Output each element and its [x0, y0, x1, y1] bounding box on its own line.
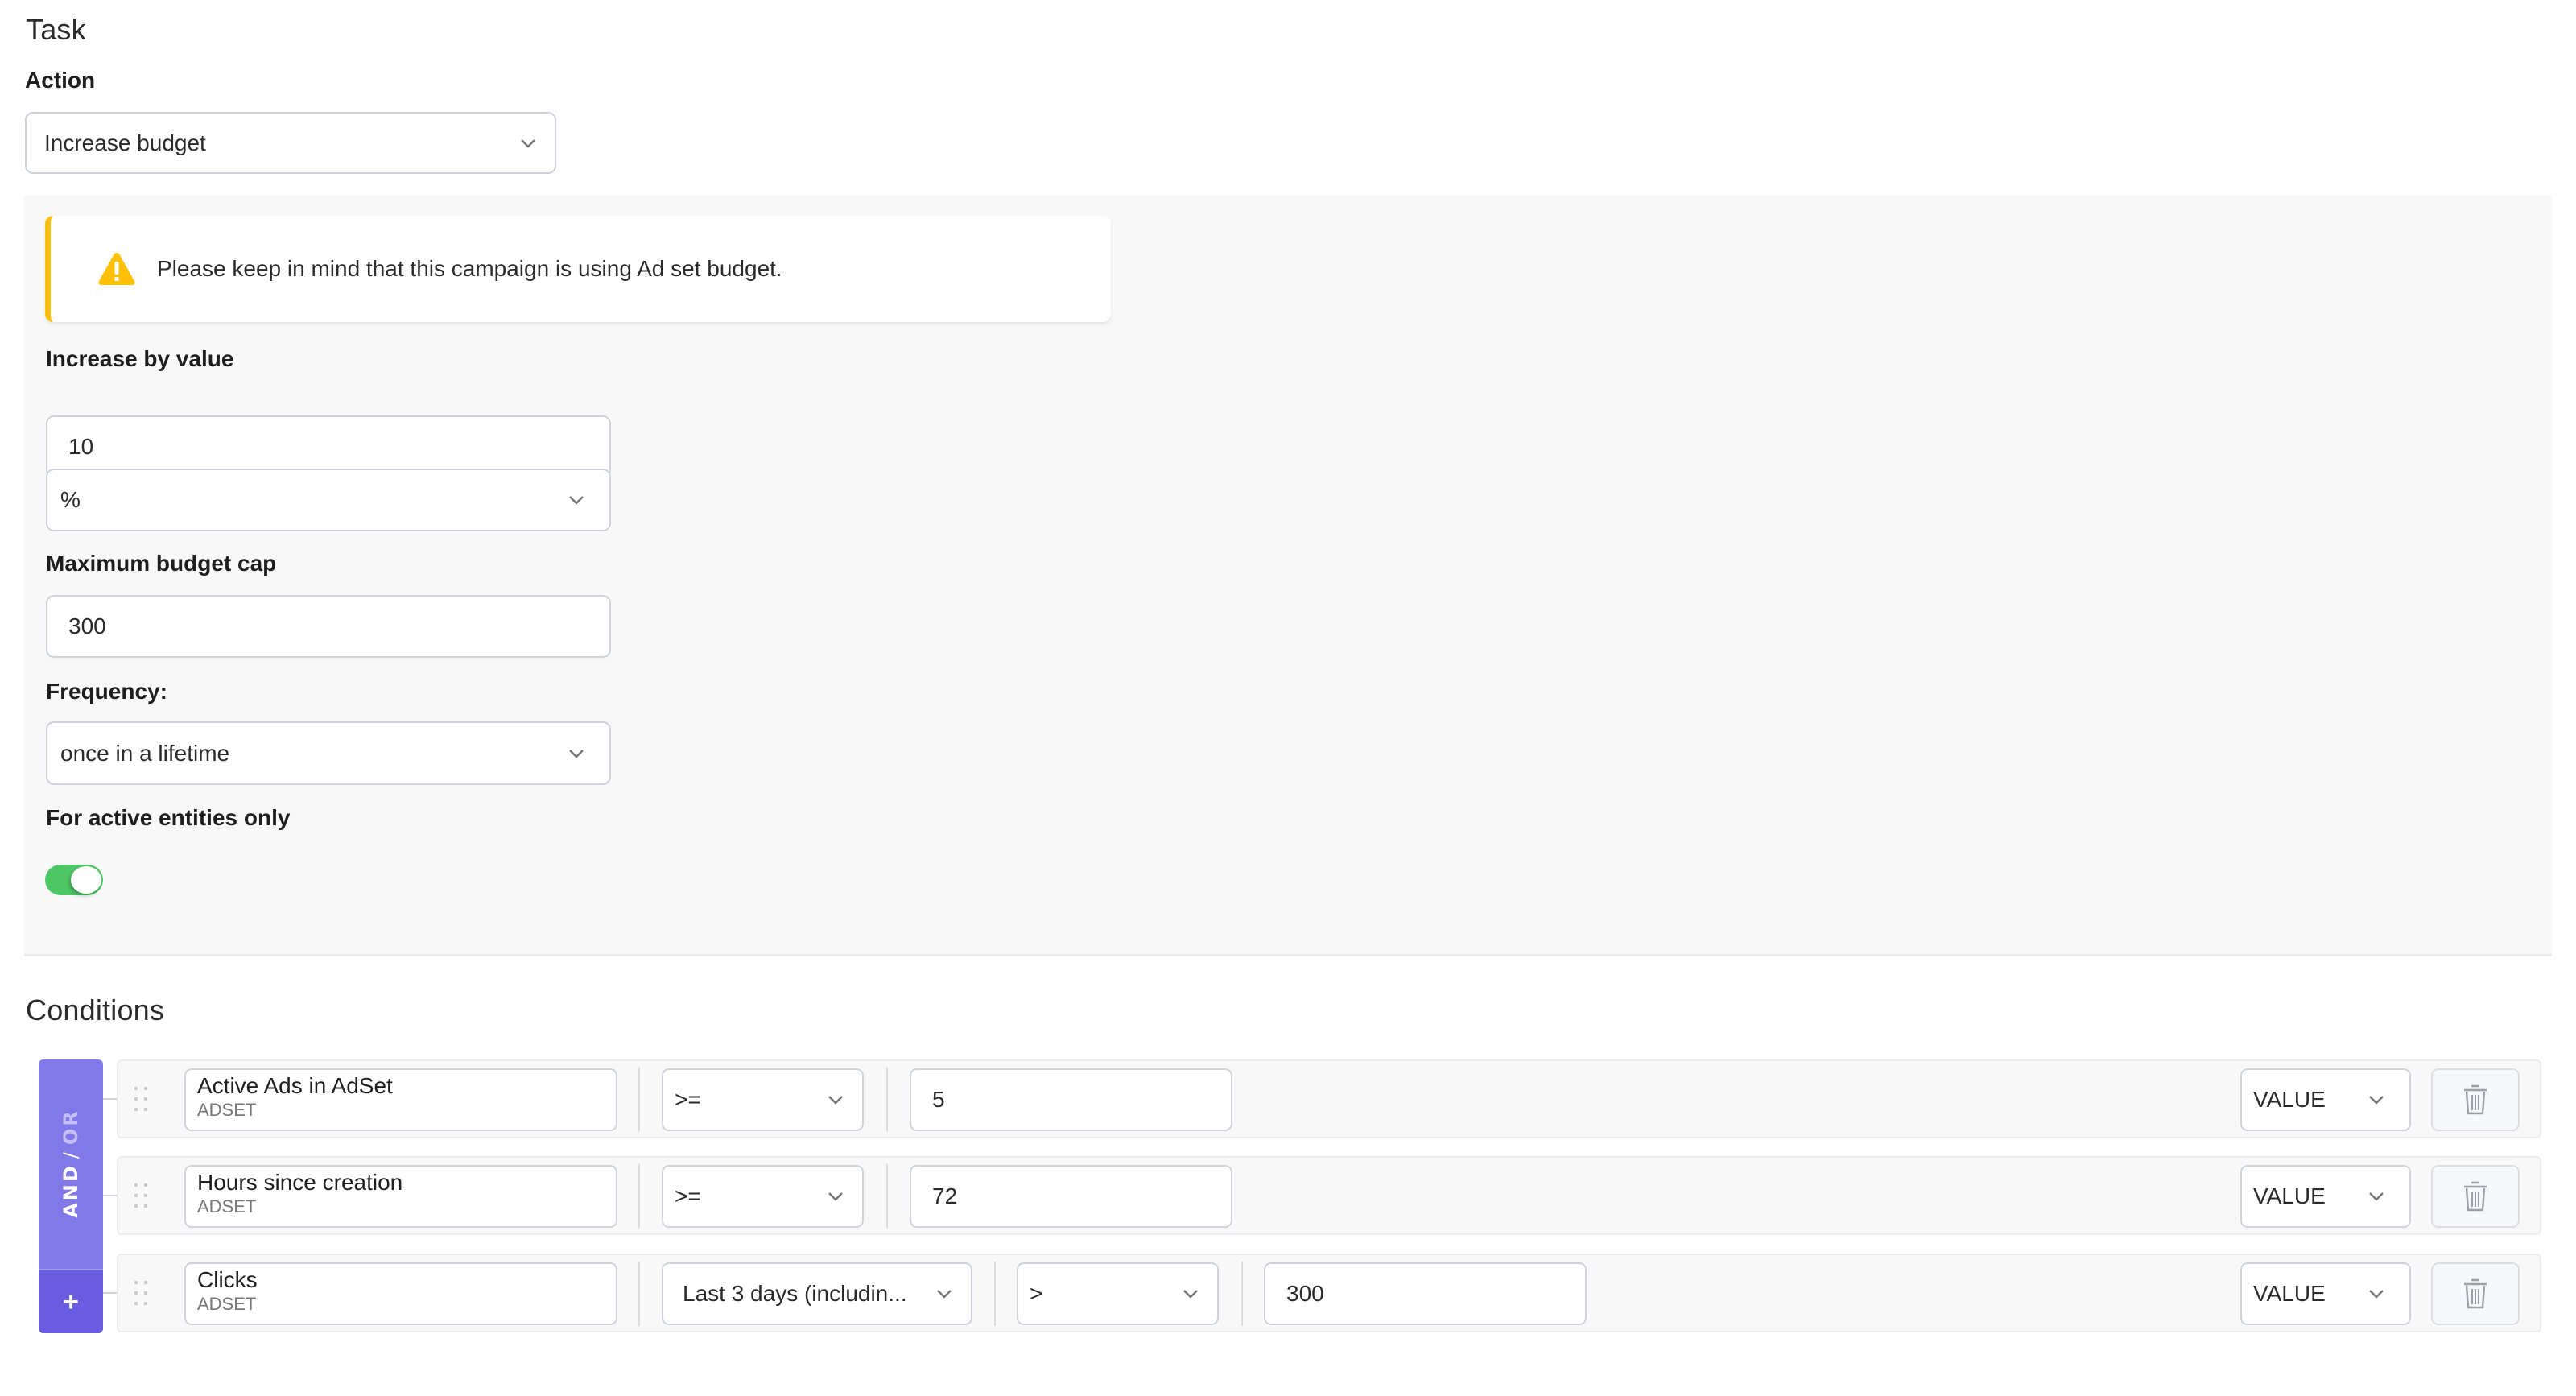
trash-icon [2464, 1084, 2487, 1115]
condition-value-input[interactable]: 5 [910, 1068, 1232, 1131]
logic-bar: AND / OR + [39, 1059, 103, 1333]
frequency-label: Frequency: [46, 679, 167, 704]
alert-message: Please keep in mind that this campaign i… [157, 256, 782, 281]
and-or-toggle[interactable]: AND / OR [39, 1059, 103, 1267]
increase-label: Increase by value [46, 346, 234, 371]
value-type: VALUE [2253, 1183, 2326, 1208]
chevron-down-icon [519, 134, 537, 152]
chevron-down-icon [935, 1285, 953, 1303]
chevron-down-icon [568, 745, 585, 762]
chevron-down-icon [2368, 1187, 2385, 1205]
operator-select[interactable]: > [1017, 1262, 1219, 1325]
and-label: AND [60, 1163, 83, 1218]
divider [638, 1262, 640, 1326]
chevron-down-icon [1182, 1285, 1199, 1303]
metric-select[interactable]: Hours since creation ADSET [184, 1165, 617, 1228]
action-select[interactable]: Increase budget [25, 112, 556, 174]
divider [994, 1262, 996, 1326]
condition-value-input[interactable]: 300 [1264, 1262, 1587, 1325]
operator-select[interactable]: >= [662, 1165, 864, 1228]
metric-select[interactable]: Active Ads in AdSet ADSET [184, 1068, 617, 1131]
budget-alert: Please keep in mind that this campaign i… [45, 216, 1111, 322]
action-label: Action [25, 68, 96, 93]
condition-value: 72 [932, 1183, 958, 1208]
operator-select[interactable]: >= [662, 1068, 864, 1131]
period-value: Last 3 days (includin... [683, 1281, 907, 1306]
condition-row: Active Ads in AdSet ADSET >= 5 VALUE [117, 1059, 2541, 1138]
metric-scope: ADSET [197, 1294, 257, 1314]
action-select-value: Increase budget [44, 130, 206, 155]
frequency-select-value: once in a lifetime [60, 740, 230, 766]
chevron-down-icon [827, 1187, 844, 1205]
metric-select[interactable]: Clicks ADSET [184, 1262, 617, 1325]
delete-condition-button[interactable] [2431, 1068, 2520, 1131]
condition-row: Clicks ADSET Last 3 days (includin... > … [117, 1254, 2541, 1332]
operator-value: > [1030, 1281, 1043, 1306]
frequency-select[interactable]: once in a lifetime [46, 721, 611, 785]
row-connector [103, 1098, 117, 1100]
unit-select-value: % [60, 487, 80, 512]
value-type: VALUE [2253, 1087, 2326, 1112]
delete-condition-button[interactable] [2431, 1165, 2520, 1228]
condition-value: 5 [932, 1087, 945, 1112]
chevron-down-icon [2368, 1285, 2385, 1303]
delete-condition-button[interactable] [2431, 1262, 2520, 1325]
divider [638, 1068, 640, 1132]
condition-value-input[interactable]: 72 [910, 1165, 1232, 1228]
metric-name: Hours since creation [197, 1170, 403, 1195]
warning-icon [98, 253, 135, 285]
period-select[interactable]: Last 3 days (includin... [662, 1262, 972, 1325]
or-label: OR [60, 1109, 83, 1146]
conditions-title: Conditions [26, 993, 165, 1026]
divider [886, 1068, 888, 1132]
divider [638, 1164, 640, 1229]
row-connector [103, 1195, 117, 1196]
value-type-select[interactable]: VALUE [2240, 1068, 2411, 1131]
add-condition-button[interactable]: + [39, 1269, 103, 1333]
row-connector [103, 1292, 117, 1294]
drag-handle-icon[interactable] [134, 1183, 147, 1208]
budget-cap-label: Maximum budget cap [46, 551, 277, 576]
chevron-down-icon [568, 491, 585, 509]
value-type-select[interactable]: VALUE [2240, 1262, 2411, 1325]
metric-name: Active Ads in AdSet [197, 1073, 393, 1098]
operator-value: >= [675, 1087, 701, 1112]
task-title: Task [26, 13, 86, 46]
active-entities-label: For active entities only [46, 805, 291, 830]
metric-name: Clicks [197, 1267, 258, 1292]
trash-icon [2464, 1181, 2487, 1212]
value-type: VALUE [2253, 1281, 2326, 1306]
metric-scope: ADSET [197, 1100, 257, 1120]
chevron-down-icon [2368, 1091, 2385, 1109]
trash-icon [2464, 1278, 2487, 1309]
operator-value: >= [675, 1183, 701, 1208]
metric-scope: ADSET [197, 1196, 257, 1216]
chevron-down-icon [827, 1091, 844, 1109]
active-entities-toggle[interactable] [45, 865, 103, 895]
drag-handle-icon[interactable] [134, 1087, 147, 1111]
value-type-select[interactable]: VALUE [2240, 1165, 2411, 1228]
divider [1241, 1262, 1243, 1326]
increase-value: 10 [68, 434, 94, 459]
divider [886, 1164, 888, 1229]
toggle-knob [71, 866, 101, 894]
drag-handle-icon[interactable] [134, 1281, 147, 1305]
condition-row: Hours since creation ADSET >= 72 VALUE [117, 1156, 2541, 1235]
budget-cap-value: 300 [68, 613, 106, 638]
unit-select[interactable]: % [46, 469, 611, 531]
condition-value: 300 [1286, 1281, 1324, 1306]
budget-cap-input[interactable]: 300 [46, 595, 611, 658]
slash-label: / [60, 1150, 83, 1159]
